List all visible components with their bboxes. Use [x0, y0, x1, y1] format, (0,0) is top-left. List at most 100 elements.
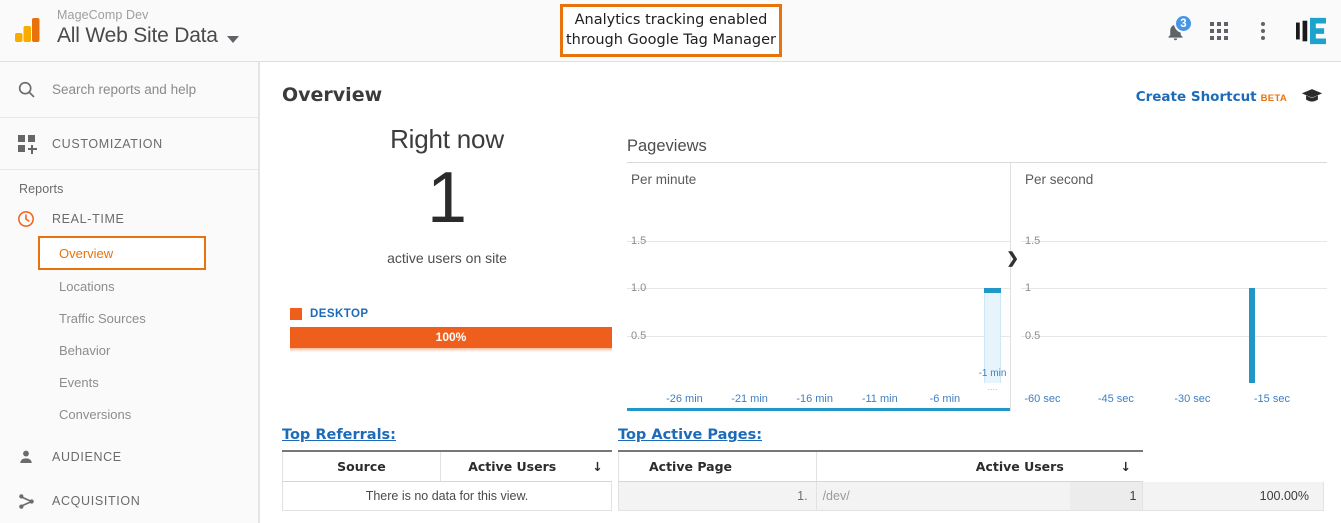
- main-content: Overview Create Shortcut BETA Right now …: [259, 62, 1341, 523]
- property-name: All Web Site Data: [57, 24, 218, 47]
- sidebar-item-overview[interactable]: Overview: [38, 236, 206, 270]
- annotation-line-2: through Google Tag Manager: [565, 31, 777, 48]
- sort-desc-arrow-icon[interactable]: ↓: [583, 450, 612, 482]
- clock-icon: [18, 211, 34, 227]
- more-options-button[interactable]: [1241, 9, 1285, 53]
- table-header-row: Active Page Active Users ↓: [618, 450, 1324, 482]
- apps-grid-icon: [1210, 22, 1228, 40]
- sidebar-label-events: Events: [59, 374, 99, 390]
- top-bar: MageComp Dev All Web Site Data Analytics…: [0, 0, 1341, 62]
- sidebar-label-locations: Locations: [59, 278, 115, 294]
- legend-color-swatch: [290, 307, 302, 320]
- per-second-bar: [1248, 288, 1255, 383]
- column-active-page[interactable]: Active Page: [618, 450, 817, 482]
- search-input[interactable]: [52, 82, 232, 97]
- per-minute-x-axis: -26 min -21 min -16 min -11 min -6 min: [627, 383, 1010, 411]
- chevron-down-icon[interactable]: [226, 35, 239, 43]
- column-source[interactable]: Source: [282, 450, 441, 482]
- top-active-pages-panel: Top Active Pages: Active Page Active Use…: [618, 427, 1324, 511]
- share-nodes-icon: [18, 493, 34, 509]
- top-referrals-table: Source Active Users ↓ There is no data f…: [282, 450, 612, 511]
- sort-desc-arrow-icon[interactable]: ↓: [1069, 450, 1143, 482]
- device-legend: DESKTOP: [282, 307, 612, 320]
- ytick-1-5-second: 1.5: [1025, 234, 1041, 247]
- empty-state-message: There is no data for this view.: [282, 481, 612, 511]
- row-percent: 100.00%: [1142, 481, 1324, 511]
- ytick-1-5-minute: 1.5: [631, 234, 647, 247]
- per-second-plot-area: 1.5 1 0.5: [1021, 193, 1327, 383]
- xtick-60sec: -60 sec: [1024, 393, 1061, 405]
- xtick-15sec: -15 sec: [1253, 393, 1290, 405]
- per-minute-highlight-bar[interactable]: -1 min ....: [979, 288, 1006, 392]
- sidebar-item-acquisition[interactable]: ACQUISITION: [0, 484, 258, 518]
- sidebar-item-real-time[interactable]: REAL-TIME: [0, 202, 258, 236]
- per-minute-plot-area: 1.5 1.0 0.5 -1 min ....: [627, 193, 1010, 392]
- pageviews-title: Pageviews: [627, 137, 707, 155]
- brand-mark-icon: [1296, 17, 1326, 45]
- chevron-right-icon[interactable]: ❯: [1006, 249, 1019, 267]
- column-active-users[interactable]: Active Users: [816, 450, 1070, 482]
- google-analytics-logo: [15, 18, 40, 42]
- pageviews-per-minute-chart: Per minute 1.5 1.0 0.5 -1 min .... -26 m…: [627, 163, 1019, 411]
- notification-badge: 3: [1174, 14, 1193, 33]
- page-title: Overview: [282, 84, 383, 106]
- ytick-0-5-minute: 0.5: [631, 329, 647, 342]
- xtick-45sec: -45 sec: [1097, 393, 1134, 405]
- account-selector[interactable]: MageComp Dev All Web Site Data: [57, 8, 239, 48]
- row-active-page[interactable]: /dev/: [816, 481, 1070, 511]
- device-share-bar: 100%: [282, 326, 612, 352]
- pageviews-per-second-chart: Per second 1.5 1 0.5 -60 sec -45 sec -30…: [1021, 163, 1327, 411]
- create-shortcut-group[interactable]: Create Shortcut BETA: [1136, 86, 1323, 106]
- annotation-line-1: Analytics tracking enabled: [574, 11, 768, 28]
- sidebar-item-conversions[interactable]: Conversions: [0, 398, 258, 430]
- sidebar-label-traffic-sources: Traffic Sources: [59, 310, 146, 326]
- customization-icon: [17, 135, 37, 154]
- top-bar-icons: 3: [1153, 0, 1341, 62]
- sidebar-label-conversions: Conversions: [59, 406, 132, 422]
- right-now-title: Right now: [390, 124, 504, 154]
- sidebar-label-audience: AUDIENCE: [52, 450, 122, 464]
- sidebar-label-customization: CUSTOMIZATION: [52, 136, 163, 151]
- annotation-callout: Analytics tracking enabled through Googl…: [560, 4, 782, 57]
- search-icon: [0, 79, 52, 100]
- row-index: 1.: [618, 481, 817, 511]
- create-shortcut-button[interactable]: Create Shortcut: [1136, 89, 1257, 105]
- sidebar-item-customization[interactable]: CUSTOMIZATION: [0, 118, 258, 170]
- sidebar-item-events[interactable]: Events: [0, 366, 258, 398]
- xtick-21min: -21 min: [731, 393, 768, 405]
- search-reports-row[interactable]: [0, 62, 258, 118]
- xtick-26min: -26 min: [666, 393, 703, 405]
- sidebar-label-real-time: REAL-TIME: [52, 212, 125, 226]
- sidebar-label-acquisition: ACQUISITION: [52, 494, 141, 508]
- person-icon: [20, 450, 32, 463]
- per-second-x-axis: -60 sec -45 sec -30 sec -15 sec: [1021, 383, 1327, 411]
- device-share-shadow: [290, 347, 612, 352]
- column-active-users[interactable]: Active Users: [440, 450, 584, 482]
- top-referrals-title[interactable]: Top Referrals:: [282, 427, 612, 450]
- table-row[interactable]: 1. /dev/ 1 100.00%: [618, 481, 1324, 511]
- beta-badge: BETA: [1260, 93, 1287, 104]
- sidebar-item-locations[interactable]: Locations: [0, 270, 258, 302]
- sidebar-item-audience[interactable]: AUDIENCE: [0, 440, 258, 474]
- top-active-pages-title[interactable]: Top Active Pages:: [618, 427, 1324, 450]
- top-referrals-panel: Top Referrals: Source Active Users ↓ The…: [282, 427, 612, 511]
- sidebar-item-behavior[interactable]: Behavior: [0, 334, 258, 366]
- sidebar-label-overview: Overview: [59, 245, 114, 261]
- google-analytics-realtime-overview: MageComp Dev All Web Site Data Analytics…: [0, 0, 1341, 523]
- page-header: Overview Create Shortcut BETA: [260, 62, 1341, 116]
- row-active-users: 1: [1069, 481, 1143, 511]
- brand-mark-button[interactable]: [1289, 9, 1333, 53]
- top-active-pages-table: Active Page Active Users ↓ 1. /dev/ 1 10…: [618, 450, 1324, 511]
- sidebar-item-traffic-sources[interactable]: Traffic Sources: [0, 302, 258, 334]
- per-minute-label: Per minute: [631, 172, 697, 187]
- graduation-cap-icon[interactable]: [1301, 88, 1323, 108]
- sidebar: CUSTOMIZATION Reports REAL-TIME Overview…: [0, 62, 259, 523]
- device-share-fill: 100%: [290, 326, 612, 348]
- right-now-panel: Right now 1 active users on site DESKTOP…: [282, 124, 612, 352]
- apps-button[interactable]: [1197, 9, 1241, 53]
- notifications-button[interactable]: 3: [1153, 9, 1197, 53]
- xtick-11min: -11 min: [861, 393, 898, 405]
- ytick-0-5-second: 0.5: [1025, 329, 1041, 342]
- active-users-count: 1: [426, 158, 468, 238]
- per-minute-bar-cap: [984, 288, 1001, 293]
